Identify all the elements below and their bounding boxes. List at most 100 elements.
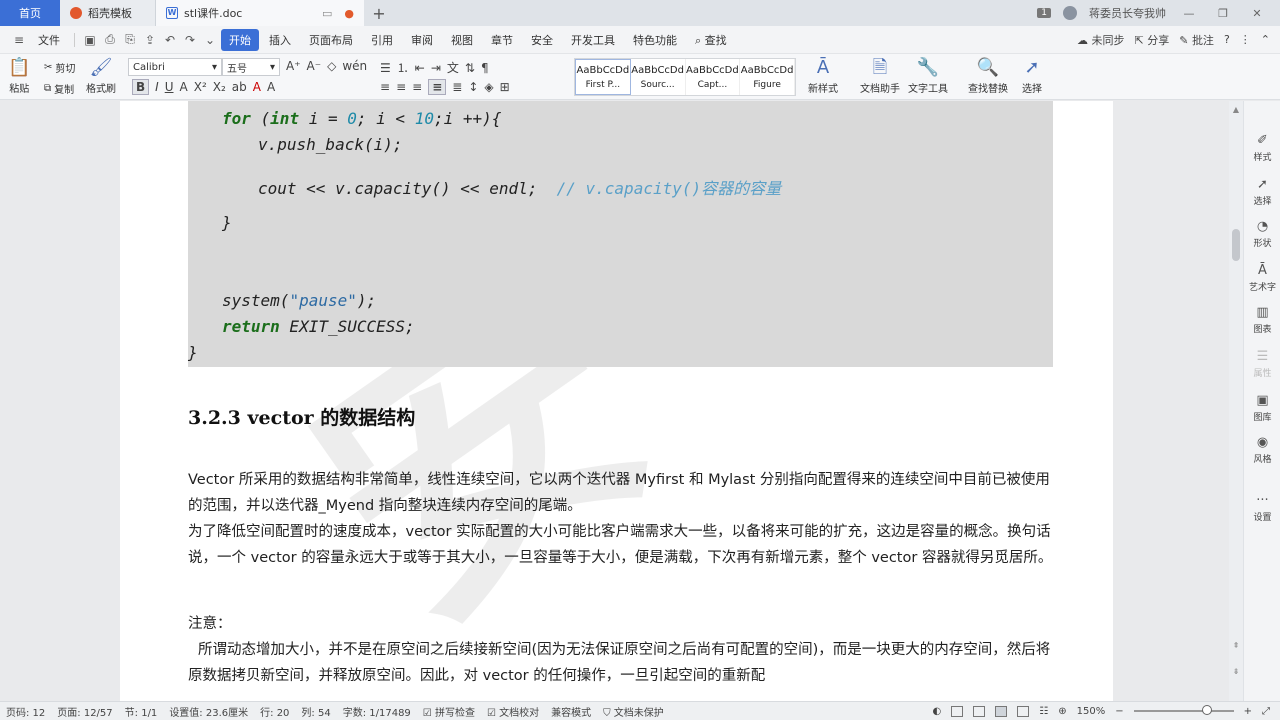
style-source-code[interactable]: AaBbCcDd Sourc... bbox=[631, 59, 686, 95]
sidebar-item-select[interactable]: ➚ 选择 bbox=[1244, 177, 1280, 207]
tab-document[interactable]: W stl课件.doc ▭ ● bbox=[156, 0, 364, 26]
menu-references[interactable]: 引用 bbox=[363, 29, 401, 51]
close-icon[interactable]: ✕ bbox=[1246, 7, 1268, 20]
protect-eye-icon[interactable]: ◐ bbox=[933, 706, 942, 717]
menu-home[interactable]: 开始 bbox=[221, 28, 259, 51]
maximize-icon[interactable]: ❐ bbox=[1212, 7, 1234, 20]
page-count-badge[interactable]: 1 bbox=[1037, 8, 1051, 18]
style-first-paragraph[interactable]: AaBbCcDd First P... bbox=[575, 59, 631, 95]
font-color-icon[interactable]: A bbox=[253, 80, 261, 94]
page-up-icon[interactable]: ⇞ bbox=[1229, 641, 1243, 650]
sidebar-item-art-text[interactable]: Ā 艺术字 bbox=[1244, 263, 1280, 293]
status-compat[interactable]: 兼容模式 bbox=[551, 704, 591, 719]
status-col[interactable]: 列: 54 bbox=[301, 704, 330, 719]
shrink-font-icon[interactable]: A⁻ bbox=[307, 59, 322, 73]
tab-home[interactable]: 首页 bbox=[0, 0, 60, 26]
menu-security[interactable]: 安全 bbox=[523, 29, 561, 51]
status-section[interactable]: 节: 1/1 bbox=[125, 704, 158, 719]
grow-font-icon[interactable]: A⁺ bbox=[286, 59, 301, 73]
page-view-icon[interactable] bbox=[995, 705, 1008, 717]
status-page-code[interactable]: 页码: 12 bbox=[6, 704, 45, 719]
read-mode-icon[interactable]: ☷ bbox=[1039, 706, 1048, 717]
unsaved-dot-icon[interactable]: ● bbox=[344, 7, 354, 20]
font-size-select[interactable]: 五号 ▾ bbox=[222, 58, 280, 76]
hamburger-icon[interactable]: ≡ bbox=[10, 33, 28, 47]
status-row[interactable]: 行: 20 bbox=[260, 704, 289, 719]
export-icon[interactable]: ⇪ bbox=[141, 33, 159, 47]
page-down-icon[interactable]: ⇟ bbox=[1229, 667, 1243, 676]
menu-search[interactable]: ⌕ 查找 bbox=[687, 29, 735, 51]
save-icon[interactable]: ▣ bbox=[81, 33, 99, 47]
zoom-value[interactable]: 150% bbox=[1077, 706, 1106, 717]
superscript-icon[interactable]: X² bbox=[194, 80, 207, 94]
copy-button[interactable]: ⧉ 复制 bbox=[44, 81, 74, 96]
align-right-icon[interactable]: ≡ bbox=[412, 80, 422, 94]
format-painter-button[interactable]: 🖌 格式刷 bbox=[86, 58, 116, 96]
zoom-slider[interactable] bbox=[1133, 705, 1234, 715]
web-view-icon[interactable] bbox=[1017, 705, 1030, 717]
subscript-icon[interactable]: X₂ bbox=[213, 80, 226, 94]
phonetic-icon[interactable]: wén bbox=[342, 59, 367, 73]
text-tools-button[interactable]: 🔧 文字工具 bbox=[908, 58, 948, 96]
menu-layout[interactable]: 页面布局 bbox=[301, 29, 361, 51]
print-icon[interactable]: ⎘ bbox=[121, 32, 139, 47]
style-caption[interactable]: AaBbCcDd Capt... bbox=[686, 59, 741, 95]
vertical-scrollbar[interactable]: ▲ ⇞ ⇟ bbox=[1229, 101, 1243, 701]
numbered-list-icon[interactable]: ⒈ bbox=[397, 59, 409, 76]
align-center-icon[interactable]: ≡ bbox=[396, 80, 406, 94]
font-name-select[interactable]: Calibri ▾ bbox=[128, 58, 222, 76]
clear-format-icon[interactable]: ◇ bbox=[327, 59, 336, 73]
distributed-icon[interactable]: ≣ bbox=[452, 80, 462, 94]
zoom-slider-thumb[interactable] bbox=[1201, 705, 1212, 715]
char-shading-icon[interactable]: A bbox=[267, 80, 275, 94]
show-marks-icon[interactable]: ¶ bbox=[481, 61, 489, 75]
new-style-button[interactable]: Ā 新样式 bbox=[808, 58, 838, 96]
sort-icon[interactable]: ⇅ bbox=[465, 61, 475, 75]
sidebar-item-shapes[interactable]: ◔ 形状 bbox=[1244, 219, 1280, 249]
zoom-in-icon[interactable]: + bbox=[1244, 706, 1252, 717]
menu-chapter[interactable]: 章节 bbox=[483, 29, 521, 51]
status-spell[interactable]: ☑ 拼写检查 bbox=[423, 704, 475, 719]
strikethrough-icon[interactable]: A bbox=[180, 80, 188, 94]
new-tab-button[interactable]: + bbox=[364, 0, 394, 26]
menu-view[interactable]: 视图 bbox=[443, 29, 481, 51]
underline-icon[interactable]: U bbox=[165, 80, 174, 94]
menu-features[interactable]: 特色功能 bbox=[625, 29, 685, 51]
customize-icon[interactable]: ⌄ bbox=[201, 33, 219, 47]
justify-icon[interactable]: ≡ bbox=[428, 79, 447, 95]
sync-status[interactable]: ☁ 未同步 bbox=[1077, 32, 1125, 48]
sidebar-item-gallery[interactable]: ▣ 图库 bbox=[1244, 393, 1280, 423]
menu-developer[interactable]: 开发工具 bbox=[563, 29, 623, 51]
fit-page-icon[interactable]: ⤢ bbox=[1262, 706, 1270, 717]
menu-review[interactable]: 审阅 bbox=[403, 29, 441, 51]
outline-view-icon[interactable] bbox=[973, 705, 986, 717]
highlight-icon[interactable]: ab bbox=[232, 80, 247, 94]
status-protect[interactable]: ⛉ 文档未保护 bbox=[603, 704, 664, 719]
shading-icon[interactable]: ◈ bbox=[484, 80, 493, 94]
line-spacing-icon[interactable]: ↕ bbox=[468, 80, 478, 94]
select-button[interactable]: ➚ 选择 bbox=[1022, 58, 1042, 96]
user-avatar[interactable] bbox=[1063, 6, 1077, 20]
align-left-icon[interactable]: ≡ bbox=[380, 80, 390, 94]
doc-assistant-button[interactable]: 🗎 文档助手 bbox=[860, 58, 900, 96]
share-button[interactable]: ⇱ 分享 bbox=[1135, 32, 1170, 48]
print-preview-icon[interactable]: ⎙ bbox=[101, 32, 119, 47]
paste-button[interactable]: 📋 粘贴 bbox=[8, 58, 30, 96]
tab-templates[interactable]: 稻壳模板 bbox=[60, 0, 156, 26]
scroll-up-icon[interactable]: ▲ bbox=[1229, 105, 1243, 114]
italic-icon[interactable]: I bbox=[155, 80, 159, 94]
monitor-icon[interactable]: ▭ bbox=[322, 7, 332, 20]
code-block[interactable]: for (int i = 0; i < 10;i ++){ v.push_bac… bbox=[188, 101, 1053, 367]
status-page[interactable]: 页面: 12/57 bbox=[57, 704, 112, 719]
sidebar-item-chart[interactable]: ▥ 图表 bbox=[1244, 305, 1280, 335]
borders-icon[interactable]: ⊞ bbox=[500, 80, 510, 94]
status-words[interactable]: 字数: 1/17489 bbox=[343, 704, 411, 719]
collapse-ribbon-icon[interactable]: ⌃ bbox=[1261, 33, 1270, 46]
zoom-out-icon[interactable]: − bbox=[1115, 706, 1123, 717]
scroll-thumb[interactable] bbox=[1232, 229, 1240, 261]
status-proof[interactable]: ☑ 文档校对 bbox=[487, 704, 539, 719]
document-page[interactable]: 安 for (int i = 0; i < 10;i ++){ v.push_b… bbox=[120, 101, 1113, 701]
sidebar-item-style[interactable]: ◉ 风格 bbox=[1244, 435, 1280, 465]
bold-icon[interactable]: B bbox=[132, 79, 150, 95]
globe-icon[interactable]: ⊕ bbox=[1058, 706, 1066, 717]
